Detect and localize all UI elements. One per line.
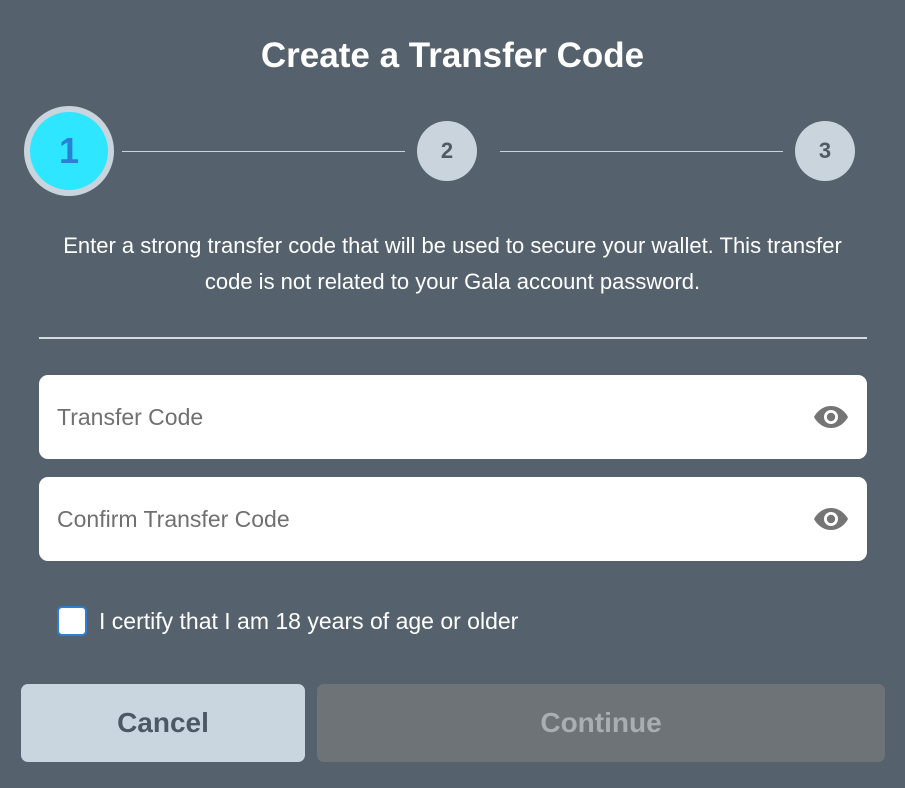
instructions-text: Enter a strong transfer code that will b…: [63, 233, 842, 294]
confirm-transfer-code-input[interactable]: [57, 505, 797, 533]
transfer-code-field: [39, 375, 867, 459]
age-certify-checkbox[interactable]: [57, 606, 87, 636]
confirm-transfer-code-field: [39, 477, 867, 561]
step-2-indicator: 2: [417, 121, 477, 181]
step-1-indicator: 1: [24, 106, 114, 196]
transfer-code-input[interactable]: [57, 403, 797, 431]
eye-icon[interactable]: [813, 404, 849, 430]
eye-icon[interactable]: [813, 506, 849, 532]
dialog-title: Create a Transfer Code: [260, 36, 645, 75]
divider: [39, 337, 867, 339]
step-3-indicator: 3: [795, 121, 855, 181]
cancel-button[interactable]: Cancel: [21, 684, 305, 762]
step-connector-1: [122, 151, 405, 152]
create-transfer-code-dialog: Create a Transfer Code 1 2 3 Enter a str…: [0, 0, 905, 788]
step-connector-2: [500, 151, 783, 152]
continue-button[interactable]: Continue: [317, 684, 885, 762]
age-certification: I certify that I am 18 years of age or o…: [57, 606, 518, 636]
age-certify-label: I certify that I am 18 years of age or o…: [99, 607, 519, 634]
